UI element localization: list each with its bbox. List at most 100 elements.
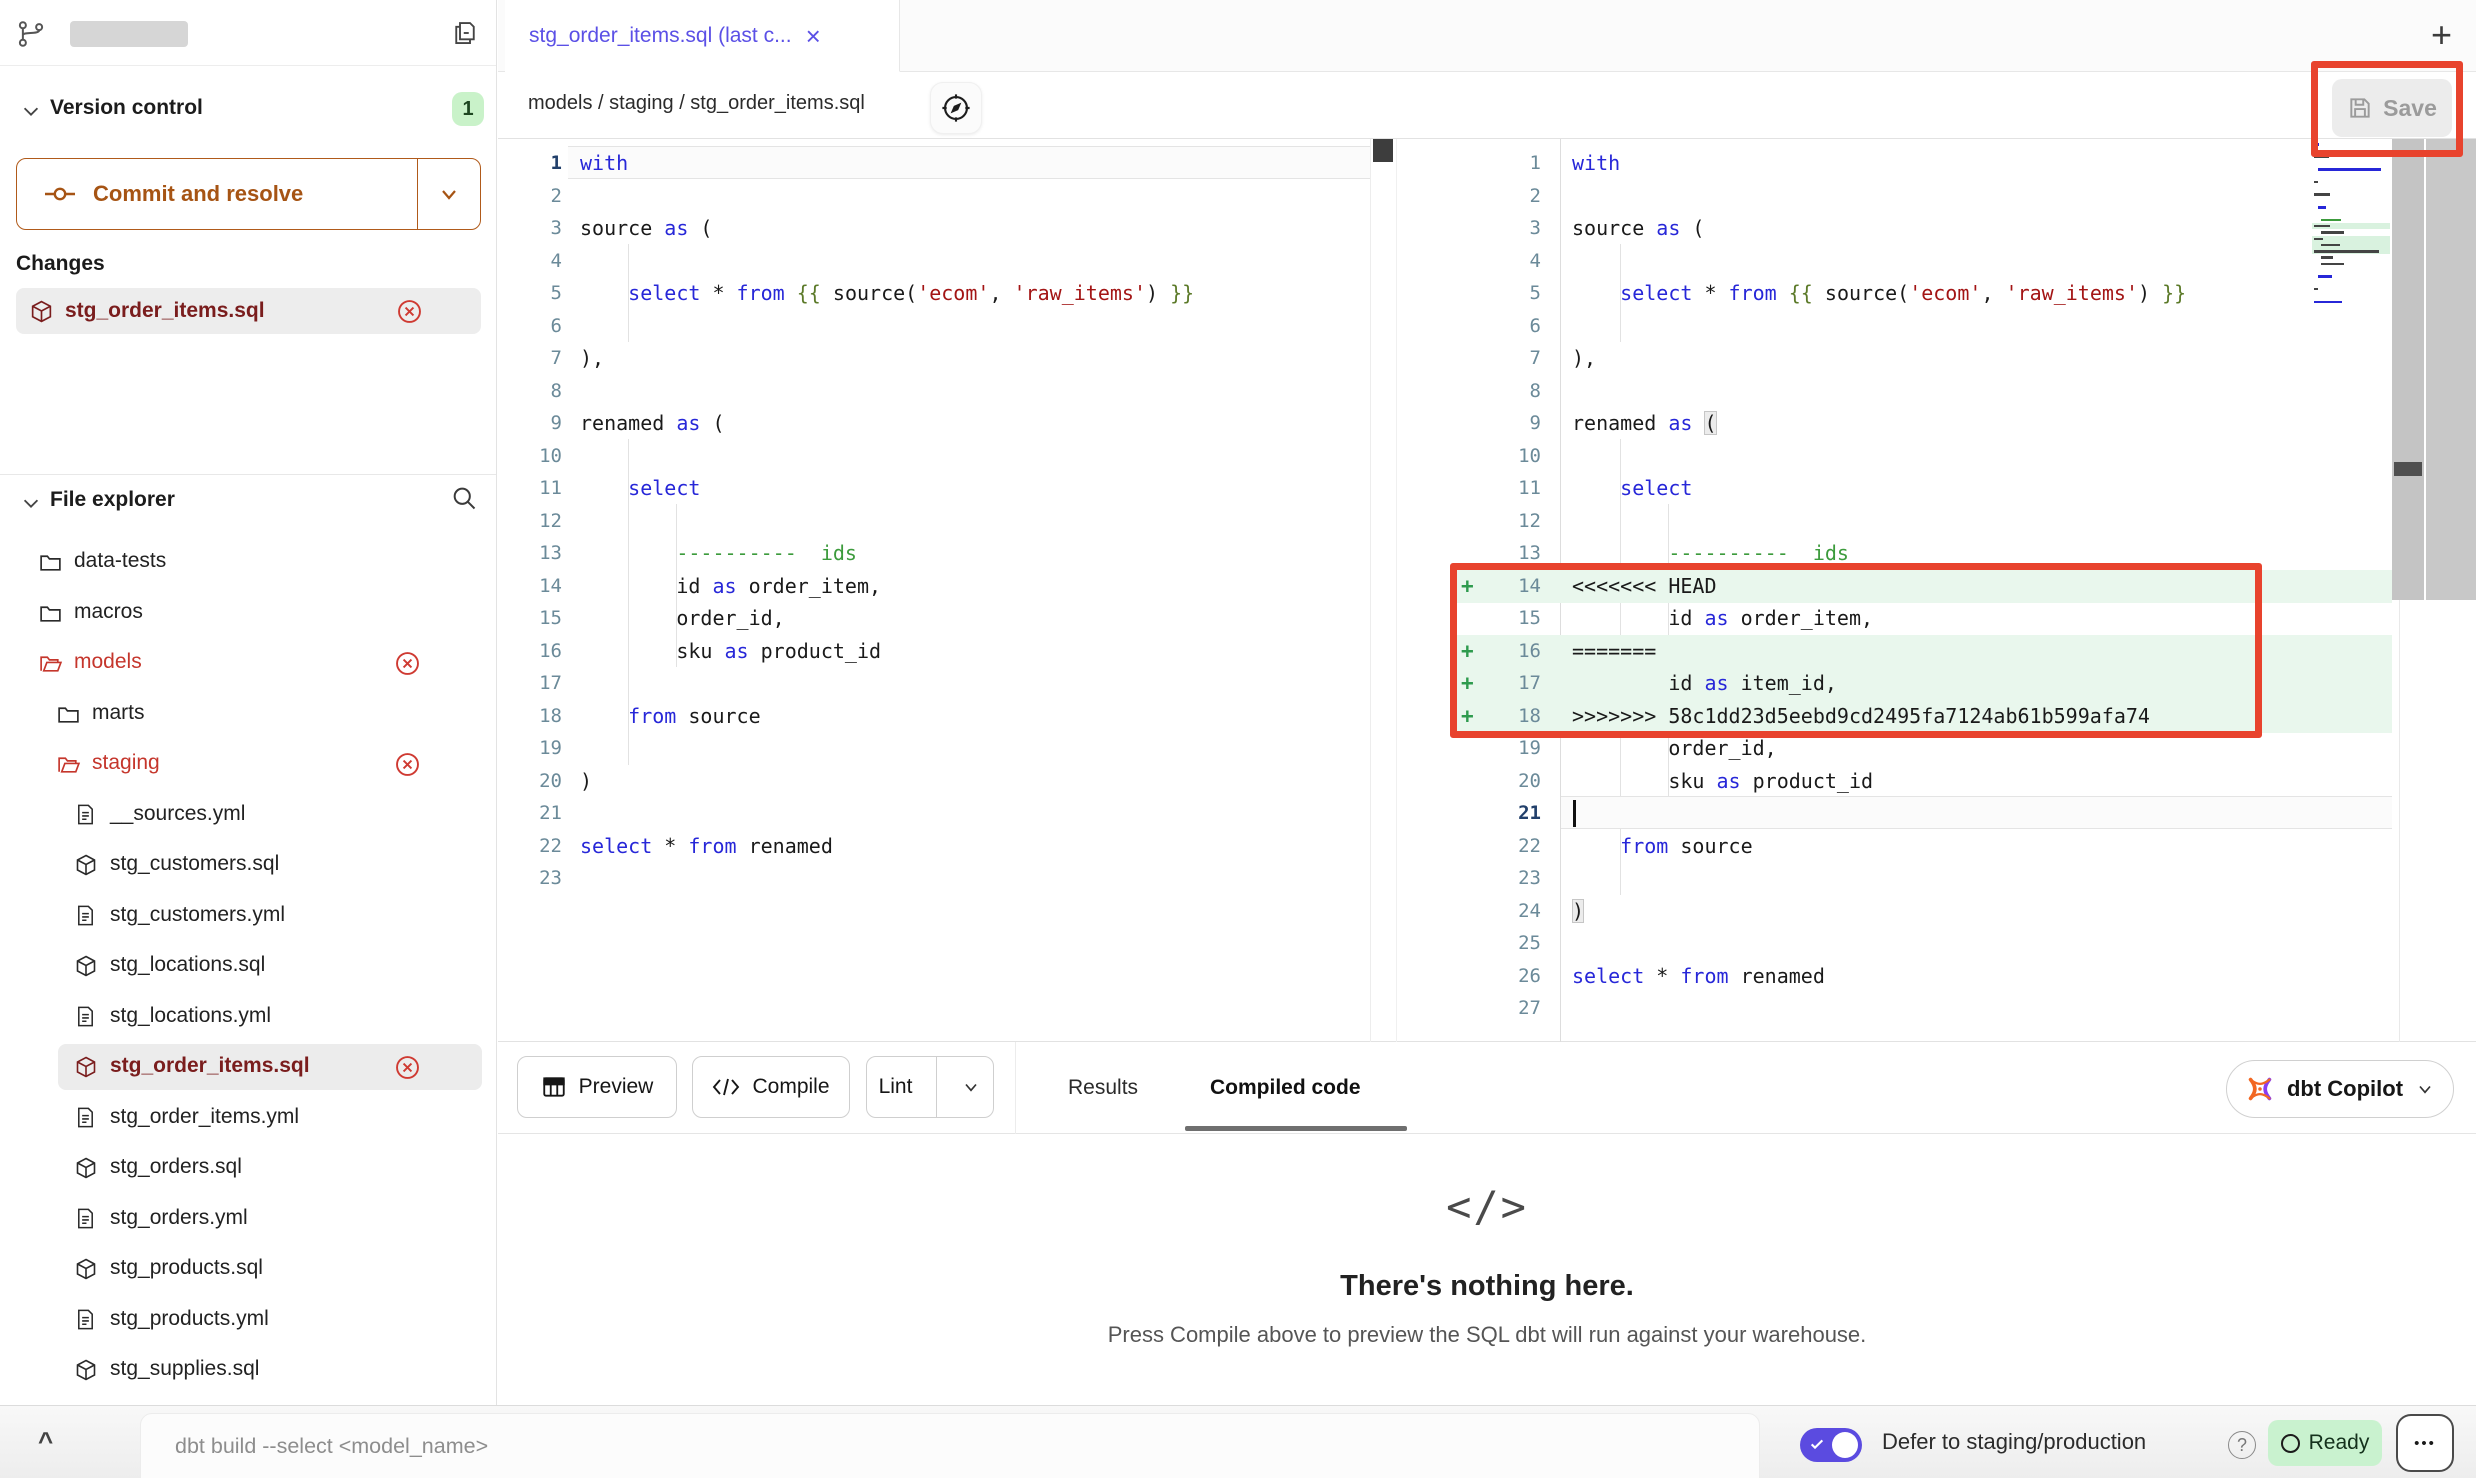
more-options-button[interactable]: •••	[2396, 1414, 2454, 1472]
file-tree-item-macros[interactable]: macros	[0, 589, 496, 639]
code-line-14[interactable]: 14 id as order_item,	[498, 570, 1370, 603]
code-line-13[interactable]: 13 ---------- ids	[1453, 537, 2392, 570]
code-line-15[interactable]: 15 order_id,	[498, 602, 1370, 635]
code-line-6[interactable]: 6	[498, 310, 1370, 343]
code-line-21[interactable]: 21	[498, 797, 1370, 830]
save-button[interactable]: Save	[2332, 79, 2452, 137]
file-tree-item-stg_locations.yml[interactable]: stg_locations.yml	[0, 993, 496, 1043]
search-icon[interactable]	[450, 484, 478, 512]
editor-scrollbar[interactable]	[2392, 139, 2424, 600]
file-tree-item-stg_order_items.yml[interactable]: stg_order_items.yml	[0, 1094, 496, 1144]
discard-change-icon[interactable]	[394, 751, 421, 778]
window-scrollbar[interactable]	[2426, 139, 2476, 600]
defer-toggle[interactable]	[1800, 1428, 1862, 1462]
editor-pane-right[interactable]: 1with23source as (45 select * from {{ so…	[1453, 139, 2392, 1042]
code-line-10[interactable]: 10	[498, 440, 1370, 473]
status-ready-badge[interactable]: Ready	[2268, 1420, 2382, 1466]
code-editor[interactable]: 1with23source as (45 select * from {{ so…	[498, 139, 2476, 1042]
file-tree-item-stg_customers.sql[interactable]: stg_customers.sql	[0, 841, 496, 891]
chevron-down-icon[interactable]	[20, 492, 42, 514]
lineage-compass-button[interactable]	[930, 82, 982, 134]
code-line-15[interactable]: 15 id as order_item,	[1453, 602, 2392, 635]
code-line-23[interactable]: 23	[1453, 862, 2392, 895]
file-tree-item-data-tests[interactable]: data-tests	[0, 538, 496, 588]
commit-dropdown-caret[interactable]	[418, 159, 480, 229]
code-line-26[interactable]: 26select * from renamed	[1453, 960, 2392, 993]
code-line-23[interactable]: 23	[498, 862, 1370, 895]
tab-stg-order-items[interactable]: stg_order_items.sql (last c... ×	[505, 0, 900, 72]
code-line-5[interactable]: 5 select * from {{ source('ecom', 'raw_i…	[498, 277, 1370, 310]
code-line-4[interactable]: 4	[498, 245, 1370, 278]
close-tab-icon[interactable]: ×	[806, 23, 821, 49]
lint-button[interactable]: Lint	[866, 1056, 994, 1118]
code-line-13[interactable]: 13 ---------- ids	[498, 537, 1370, 570]
command-input[interactable]: dbt build --select <model_name>	[140, 1413, 1760, 1478]
changed-file-row[interactable]: stg_order_items.sql	[16, 288, 481, 334]
discard-change-icon[interactable]	[394, 1054, 421, 1081]
discard-change-icon[interactable]	[394, 650, 421, 677]
file-tree-item-stg_products.sql[interactable]: stg_products.sql	[0, 1245, 496, 1295]
file-tree-item-stg_locations.sql[interactable]: stg_locations.sql	[0, 942, 496, 992]
preview-button[interactable]: Preview	[517, 1056, 677, 1118]
code-line-22[interactable]: 22select * from renamed	[498, 830, 1370, 863]
lint-dropdown-caret[interactable]	[949, 1077, 993, 1097]
compile-button[interactable]: Compile	[692, 1056, 850, 1118]
tab-compiled-code[interactable]: Compiled code	[1210, 1042, 1361, 1134]
new-tab-icon[interactable]: +	[2431, 14, 2452, 56]
code-line-25[interactable]: 25	[1453, 927, 2392, 960]
code-line-7[interactable]: 7),	[1453, 342, 2392, 375]
dbt-copilot-button[interactable]: dbt Copilot	[2226, 1060, 2454, 1118]
copy-files-icon[interactable]	[450, 18, 480, 48]
branch-name-placeholder[interactable]	[70, 21, 188, 47]
code-line-5[interactable]: 5 select * from {{ source('ecom', 'raw_i…	[1453, 277, 2392, 310]
file-tree-item-models[interactable]: models	[0, 639, 496, 689]
code-line-10[interactable]: 10	[1453, 440, 2392, 473]
file-tree-item-stg_order_items.sql[interactable]: stg_order_items.sql	[0, 1043, 496, 1093]
code-line-18[interactable]: +18>>>>>>> 58c1dd23d5eebd9cd2495fa7124ab…	[1453, 700, 2392, 733]
code-line-3[interactable]: 3source as (	[498, 212, 1370, 245]
scrollbar-handle[interactable]	[2394, 462, 2422, 476]
code-line-7[interactable]: 7),	[498, 342, 1370, 375]
code-line-18[interactable]: 18 from source	[498, 700, 1370, 733]
code-line-11[interactable]: 11 select	[498, 472, 1370, 505]
file-tree-item-__sources.yml[interactable]: __sources.yml	[0, 791, 496, 841]
code-line-9[interactable]: 9renamed as (	[1453, 407, 2392, 440]
code-line-9[interactable]: 9renamed as (	[498, 407, 1370, 440]
file-tree-item-stg_orders.yml[interactable]: stg_orders.yml	[0, 1195, 496, 1245]
code-line-1[interactable]: 1with	[1453, 147, 2392, 180]
code-line-2[interactable]: 2	[1453, 180, 2392, 213]
code-line-19[interactable]: 19 order_id,	[1453, 732, 2392, 765]
editor-pane-left[interactable]: 1with23source as (45 select * from {{ so…	[498, 139, 1370, 1042]
collapse-caret-icon[interactable]: ^	[38, 1426, 53, 1457]
code-line-16[interactable]: 16 sku as product_id	[498, 635, 1370, 668]
commit-main[interactable]: Commit and resolve	[17, 159, 417, 229]
code-line-8[interactable]: 8	[498, 375, 1370, 408]
code-line-12[interactable]: 12	[498, 505, 1370, 538]
code-line-4[interactable]: 4	[1453, 245, 2392, 278]
code-line-22[interactable]: 22 from source	[1453, 830, 2392, 863]
code-line-17[interactable]: 17	[498, 667, 1370, 700]
code-line-16[interactable]: +16=======	[1453, 635, 2392, 668]
code-line-6[interactable]: 6	[1453, 310, 2392, 343]
code-line-27[interactable]: 27	[1453, 992, 2392, 1025]
code-line-17[interactable]: +17 id as item_id,	[1453, 667, 2392, 700]
code-line-12[interactable]: 12	[1453, 505, 2392, 538]
file-tree-item-staging[interactable]: staging	[0, 740, 496, 790]
code-line-20[interactable]: 20 sku as product_id	[1453, 765, 2392, 798]
minimap[interactable]	[2312, 141, 2390, 313]
code-line-11[interactable]: 11 select	[1453, 472, 2392, 505]
help-icon[interactable]: ?	[2228, 1431, 2256, 1459]
code-line-8[interactable]: 8	[1453, 375, 2392, 408]
code-line-1[interactable]: 1with	[498, 147, 1370, 180]
code-line-3[interactable]: 3source as (	[1453, 212, 2392, 245]
commit-and-resolve-button[interactable]: Commit and resolve	[16, 158, 481, 230]
left-pane-scrollbar-handle[interactable]	[1373, 139, 1393, 162]
left-pane-scrollbar-track[interactable]	[1370, 139, 1371, 1042]
code-line-21[interactable]: 21	[1453, 797, 2392, 830]
code-line-20[interactable]: 20)	[498, 765, 1370, 798]
code-line-2[interactable]: 2	[498, 180, 1370, 213]
discard-change-icon[interactable]	[396, 298, 423, 325]
file-tree-item-stg_supplies.sql[interactable]: stg_supplies.sql	[0, 1346, 496, 1396]
code-line-19[interactable]: 19	[498, 732, 1370, 765]
chevron-down-icon[interactable]	[20, 100, 42, 122]
